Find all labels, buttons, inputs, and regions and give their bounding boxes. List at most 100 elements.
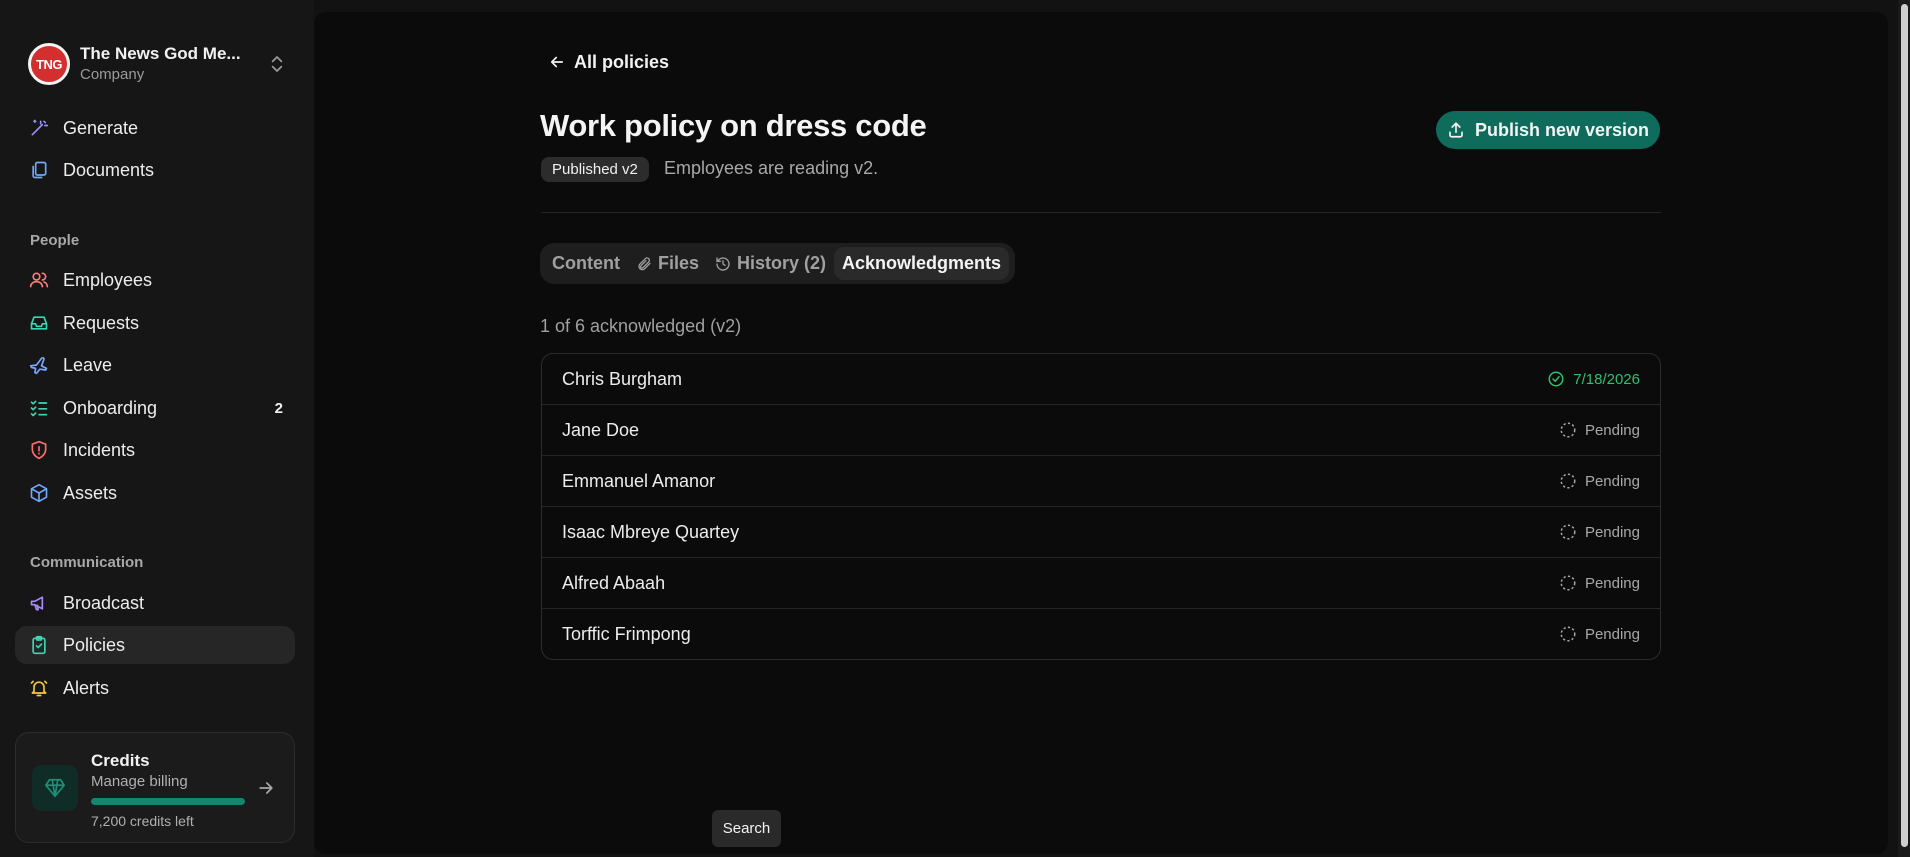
section-communication: Communication	[30, 554, 144, 571]
paperclip-icon	[638, 256, 651, 270]
nav-leave-label: Leave	[63, 354, 113, 375]
pending-label: Pending	[1584, 574, 1640, 592]
org-type: Company	[80, 66, 145, 84]
pending-label: Pending	[1584, 625, 1640, 643]
pending-label: Pending	[1584, 421, 1640, 439]
nav-incidents[interactable]: Incidents	[15, 431, 295, 469]
nav-assets-label: Assets	[63, 482, 118, 503]
pending-label: Pending	[1584, 523, 1640, 541]
plane-icon	[29, 355, 49, 375]
nav-requests-label: Requests	[63, 312, 140, 333]
tab-history[interactable]: History (2)	[707, 247, 834, 280]
tab-history-label: History (2)	[737, 253, 827, 273]
table-row: Chris Burgham 7/18/2026	[542, 354, 1660, 405]
credits-card[interactable]: Credits Manage billing 7,200 credits lef…	[15, 732, 295, 843]
nav-employees[interactable]: Employees	[15, 261, 295, 299]
pending-status: Pending	[1559, 523, 1640, 541]
version-badge: Published v2	[541, 157, 649, 182]
employee-name: Alfred Abaah	[562, 572, 666, 593]
nav-documents-label: Documents	[63, 159, 155, 180]
pending-circle-icon	[1560, 473, 1576, 489]
nav-generate[interactable]: Generate	[15, 109, 295, 147]
search-tooltip: Search	[712, 810, 781, 847]
section-people: People	[30, 232, 80, 249]
nav-alerts-label: Alerts	[63, 677, 110, 698]
tab-content[interactable]: Content	[544, 247, 628, 280]
pending-label: Pending	[1584, 472, 1640, 490]
table-row: Jane Doe Pending	[542, 405, 1660, 456]
bell-icon	[29, 678, 49, 698]
nav-onboarding[interactable]: Onboarding 2	[15, 389, 295, 427]
nav-documents[interactable]: Documents	[15, 151, 295, 189]
nav-policies[interactable]: Policies	[15, 626, 295, 664]
clipboard-check-icon	[29, 635, 49, 655]
upload-icon	[1449, 122, 1463, 138]
onboarding-count-badge: 2	[274, 399, 283, 417]
users-icon	[29, 270, 49, 290]
nav-assets[interactable]: Assets	[15, 474, 295, 512]
credits-progress-bar	[91, 798, 245, 805]
arrow-left-icon	[550, 56, 564, 68]
table-row: Isaac Mbreye Quartey Pending	[542, 507, 1660, 558]
nav-incidents-label: Incidents	[63, 439, 136, 460]
policy-tabs: Content Files History (2) Acknowledgment…	[540, 243, 1015, 284]
nav-alerts[interactable]: Alerts	[15, 669, 295, 707]
employee-name: Chris Burgham	[562, 368, 683, 389]
box-icon	[29, 483, 49, 503]
page-subtitle: Employees are reading v2.	[664, 158, 879, 178]
pending-circle-icon	[1560, 575, 1576, 591]
nav-leave[interactable]: Leave	[15, 346, 295, 384]
credits-subtitle: Manage billing	[91, 773, 188, 790]
publish-label: Publish new version	[1474, 119, 1650, 140]
credits-remaining: 7,200 credits left	[91, 813, 194, 829]
tab-files[interactable]: Files	[628, 247, 707, 280]
nav-broadcast-label: Broadcast	[63, 592, 145, 613]
org-logo: TNG	[28, 43, 70, 85]
nav-requests[interactable]: Requests	[15, 304, 295, 342]
chevron-up-down-icon[interactable]	[268, 52, 286, 76]
nav-onboarding-label: Onboarding	[63, 397, 158, 418]
pending-circle-icon	[1560, 626, 1576, 642]
megaphone-icon	[29, 593, 49, 613]
back-to-all-policies-link[interactable]: All policies	[548, 50, 669, 74]
acknowledgments-table: Chris Burgham 7/18/2026 Jane Doe Pending…	[541, 353, 1661, 660]
credits-progress-fill	[91, 798, 245, 805]
shield-alert-icon	[29, 440, 49, 460]
pending-status: Pending	[1559, 574, 1640, 592]
page-title: Work policy on dress code	[540, 108, 927, 143]
acknowledged-date: 7/18/2026	[1573, 370, 1640, 388]
table-row: Torffic Frimpong Pending	[542, 609, 1660, 659]
scrollbar-thumb[interactable]	[1901, 4, 1908, 847]
gem-icon	[32, 765, 78, 811]
org-switcher[interactable]: TNG The News God Me... Company	[28, 42, 286, 86]
magic-wand-icon	[29, 118, 49, 138]
pending-status: Pending	[1559, 421, 1640, 439]
pending-status: Pending	[1559, 472, 1640, 490]
pending-circle-icon	[1560, 422, 1576, 438]
nav-generate-label: Generate	[63, 117, 139, 138]
nav-employees-label: Employees	[63, 269, 153, 290]
tab-acknowledgments[interactable]: Acknowledgments	[834, 247, 1010, 280]
back-label: All policies	[574, 51, 670, 72]
publish-new-version-button[interactable]: Publish new version	[1436, 111, 1660, 149]
tab-files-label: Files	[657, 253, 700, 273]
employee-name: Jane Doe	[562, 419, 640, 440]
pending-status: Pending	[1559, 625, 1640, 643]
acknowledged-summary: 1 of 6 acknowledged (v2)	[540, 316, 742, 336]
employee-name: Torffic Frimpong	[562, 623, 691, 644]
nav-policies-label: Policies	[63, 634, 126, 655]
header-divider	[541, 212, 1661, 213]
inbox-icon	[29, 313, 49, 333]
employee-name: Isaac Mbreye Quartey	[562, 521, 740, 542]
sidebar: TNG The News God Me... Company Generate …	[0, 0, 314, 857]
credits-title: Credits	[91, 751, 150, 770]
pending-circle-icon	[1560, 524, 1576, 540]
arrow-right-icon[interactable]	[256, 778, 276, 798]
org-name: The News God Me...	[80, 43, 241, 63]
table-row: Alfred Abaah Pending	[542, 558, 1660, 609]
tab-content-label: Content	[552, 253, 620, 273]
acknowledged-status: 7/18/2026	[1547, 370, 1640, 388]
nav-broadcast[interactable]: Broadcast	[15, 584, 295, 622]
table-row: Emmanuel Amanor Pending	[542, 456, 1660, 507]
documents-icon	[29, 160, 49, 180]
